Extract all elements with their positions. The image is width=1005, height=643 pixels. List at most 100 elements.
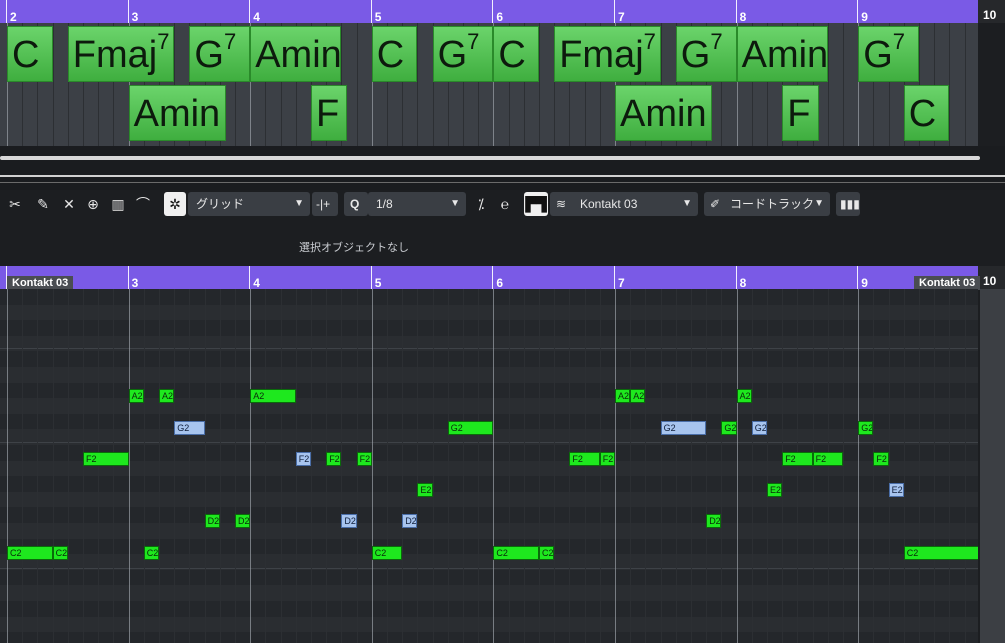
chord-mode-value: コードトラック bbox=[730, 197, 815, 211]
snap-toggle-icon[interactable]: ✲ bbox=[164, 192, 186, 216]
chord-event[interactable]: G7 bbox=[432, 26, 494, 82]
draw-tool-icon[interactable]: ▥ bbox=[108, 193, 128, 215]
grid-line bbox=[37, 289, 39, 643]
swing-icon[interactable]: ⁒ bbox=[472, 193, 490, 215]
chord-event[interactable]: F bbox=[782, 85, 819, 141]
chord-event[interactable]: C bbox=[7, 26, 53, 82]
midi-note[interactable]: F2 bbox=[873, 452, 889, 466]
midi-note[interactable]: G2 bbox=[660, 421, 707, 435]
chord-event[interactable]: Amin bbox=[250, 26, 342, 82]
chord-event[interactable]: G7 bbox=[858, 26, 919, 82]
midi-note[interactable]: D2 bbox=[341, 514, 357, 528]
bar-line bbox=[736, 289, 738, 643]
chord-event[interactable]: C bbox=[493, 26, 539, 82]
chord-event[interactable]: Fmaj7 bbox=[554, 26, 661, 82]
bar-tick bbox=[127, 0, 129, 23]
quantize-value-select[interactable]: 1/8 ▼ bbox=[368, 192, 466, 216]
midi-note[interactable]: A2 bbox=[736, 389, 752, 403]
divider bbox=[0, 182, 1005, 183]
grid-line bbox=[964, 289, 966, 643]
snap-offset-button[interactable]: -|+ bbox=[312, 192, 338, 216]
chord-mode-select[interactable]: ✐ コードトラック ▼ bbox=[704, 192, 830, 216]
midi-note[interactable]: F2 bbox=[569, 452, 600, 466]
chord-event[interactable]: G7 bbox=[189, 26, 251, 82]
quantize-apply-icon[interactable]: ℮ bbox=[496, 193, 514, 215]
midi-note[interactable]: F2 bbox=[295, 452, 311, 466]
midi-note[interactable]: A2 bbox=[159, 389, 175, 403]
midi-note[interactable]: G2 bbox=[174, 421, 205, 435]
mute-icon[interactable]: ✕ bbox=[60, 193, 78, 215]
bar-number: 5 bbox=[374, 10, 382, 24]
midi-note[interactable]: F2 bbox=[356, 452, 372, 466]
chord-event[interactable]: C bbox=[371, 26, 418, 82]
midi-note[interactable]: F2 bbox=[812, 452, 843, 466]
chord-track-scrollbar[interactable] bbox=[0, 156, 980, 160]
midi-note[interactable]: G2 bbox=[447, 421, 494, 435]
grid-line bbox=[52, 23, 54, 146]
bar-tick bbox=[6, 0, 7, 23]
grid-line bbox=[265, 289, 267, 643]
keyboard-icon[interactable]: ▮▮▮ bbox=[836, 192, 860, 216]
grid-line bbox=[508, 289, 510, 643]
grid-line bbox=[569, 289, 571, 643]
midi-note[interactable]: D2 bbox=[235, 514, 251, 528]
key-row-stripe bbox=[0, 601, 978, 617]
quantize-button[interactable]: Q bbox=[344, 192, 368, 216]
midi-note[interactable]: C2 bbox=[7, 546, 53, 560]
midi-note[interactable]: F2 bbox=[83, 452, 129, 466]
chord-event[interactable]: Fmaj7 bbox=[67, 26, 175, 82]
scissors-icon[interactable]: ✂ bbox=[6, 193, 24, 215]
midi-note[interactable]: G2 bbox=[858, 421, 874, 435]
chord-event[interactable]: G7 bbox=[675, 26, 737, 82]
chord-event[interactable]: C bbox=[903, 85, 950, 141]
chord-extension: 7 bbox=[710, 29, 723, 54]
midi-note[interactable]: E2 bbox=[888, 483, 904, 497]
piano-roll-grid[interactable]: C2 C2 F2 A2 C2 A2 G2 D2 D2 A2 F2 F2 D2 F2 C2 D2 E2 G2 C2 C2… bbox=[0, 289, 978, 643]
midi-note[interactable]: F2 bbox=[326, 452, 342, 466]
key-row-stripe bbox=[0, 320, 978, 336]
zoom-icon[interactable]: ⊕ bbox=[84, 193, 102, 215]
chord-track-lane[interactable]: C Fmaj7 G7 Amin C G7 C Fmaj7 G7 Amin G7 Amin F Amin F C bbox=[0, 23, 978, 146]
grid-line bbox=[843, 23, 844, 146]
midi-note[interactable]: E2 bbox=[417, 483, 433, 497]
midi-note[interactable]: F2 bbox=[599, 452, 615, 466]
instrument-value: Kontakt 03 bbox=[580, 197, 638, 211]
midi-note[interactable]: F2 bbox=[782, 452, 813, 466]
vertical-scrollbar[interactable] bbox=[980, 289, 1005, 643]
midi-note[interactable]: D2 bbox=[706, 514, 722, 528]
step-input-icon[interactable]: ▛▜ bbox=[524, 192, 548, 216]
grid-line bbox=[660, 289, 662, 643]
chord-event[interactable]: Amin bbox=[615, 85, 713, 141]
chord-event[interactable]: F bbox=[311, 85, 348, 141]
midi-note[interactable]: G2 bbox=[751, 421, 767, 435]
midi-note[interactable]: C2 bbox=[539, 546, 555, 560]
midi-note[interactable]: D2 bbox=[402, 514, 418, 528]
midi-note[interactable]: D2 bbox=[204, 514, 220, 528]
midi-note[interactable]: A2 bbox=[128, 389, 144, 403]
snap-type-value: グリッド bbox=[196, 197, 245, 211]
midi-note[interactable]: A2 bbox=[630, 389, 646, 403]
bar-line bbox=[615, 289, 616, 643]
midi-note[interactable]: E2 bbox=[767, 483, 783, 497]
snap-type-select[interactable]: グリッド ▼ bbox=[188, 192, 310, 216]
chord-name: Amin bbox=[133, 93, 221, 135]
midi-note[interactable]: C2 bbox=[52, 546, 68, 560]
chord-assist-icon: ✐ bbox=[710, 197, 721, 211]
grid-line bbox=[782, 289, 784, 643]
eraser-icon[interactable]: ✎ bbox=[34, 193, 52, 215]
midi-note[interactable]: A2 bbox=[250, 389, 296, 403]
midi-note[interactable]: C2 bbox=[143, 546, 159, 560]
grid-line bbox=[83, 289, 84, 643]
chord-event[interactable]: Amin bbox=[128, 85, 226, 141]
midi-note[interactable]: G2 bbox=[721, 421, 737, 435]
midi-note[interactable]: C2 bbox=[493, 546, 539, 560]
midi-note[interactable]: A2 bbox=[615, 389, 631, 403]
line-tool-icon[interactable]: ⌒ bbox=[134, 193, 152, 215]
chord-event[interactable]: Amin bbox=[736, 26, 828, 82]
midi-note[interactable]: C2 bbox=[371, 546, 403, 560]
octave-line bbox=[0, 568, 978, 569]
editor-ruler[interactable]: 23456789 bbox=[0, 266, 978, 290]
midi-note[interactable]: C2 bbox=[903, 546, 978, 560]
instrument-select[interactable]: ≋ Kontakt 03 ▼ bbox=[550, 192, 698, 216]
top-ruler[interactable]: 2 3 4 5 6 7 8 9 bbox=[0, 0, 978, 24]
